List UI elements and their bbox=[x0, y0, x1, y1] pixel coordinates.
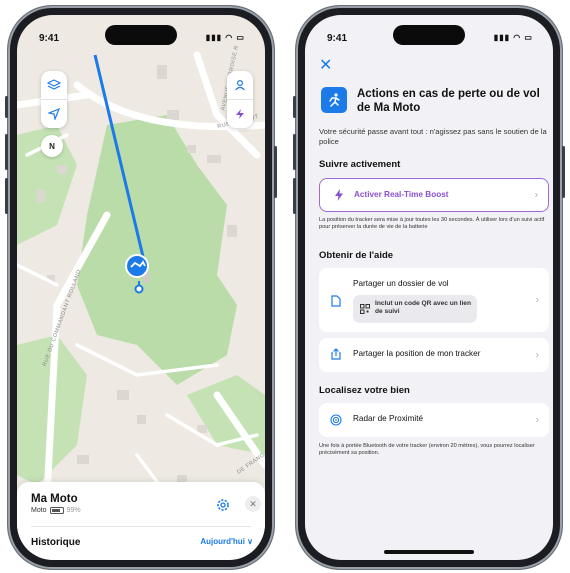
layers-icon bbox=[47, 79, 61, 90]
status-icons: ▮▮▮ ◠ ▭ bbox=[493, 33, 533, 42]
radar-note: Une fois à portée Bluetooth de votre tra… bbox=[319, 443, 535, 457]
status-time: 9:41 bbox=[39, 33, 60, 44]
map-controls-right bbox=[227, 71, 253, 128]
settings-button[interactable] bbox=[215, 497, 231, 518]
volume-down-button bbox=[5, 178, 8, 214]
actions-sheet: 9:41 ▮▮▮ ◠ ▭ ✕ Actions en cas de perte o… bbox=[305, 15, 553, 560]
left-phone-frame: AVENUE AMBROISE R RUE DUMONT RUE DU COMM… bbox=[5, 6, 277, 569]
boost-button[interactable]: Activer Real-Time Boost › bbox=[319, 178, 549, 212]
qr-code-icon bbox=[360, 304, 370, 314]
locate-button[interactable] bbox=[41, 100, 67, 128]
lightning-icon bbox=[335, 189, 343, 201]
close-icon: ✕ bbox=[319, 57, 333, 74]
dynamic-island bbox=[105, 25, 177, 45]
proximity-radar-button[interactable]: Radar de Proximité › bbox=[319, 403, 549, 437]
status-bar: 9:41 ▮▮▮ ◠ ▭ bbox=[305, 15, 553, 49]
radar-icon bbox=[330, 414, 342, 426]
share-position-label: Partager la position de mon tracker bbox=[353, 349, 481, 358]
device-sheet[interactable]: Ma Moto Moto 99% ✕ Historique Aujourd'hu… bbox=[17, 482, 265, 560]
section-help-heading: Obtenir de l'aide bbox=[319, 250, 394, 261]
chevron-right-icon: › bbox=[534, 189, 538, 201]
volume-down-button bbox=[293, 178, 296, 214]
chevron-right-icon: › bbox=[535, 414, 539, 426]
map-screen: AVENUE AMBROISE R RUE DUMONT RUE DU COMM… bbox=[17, 15, 265, 560]
location-arrow-icon bbox=[48, 108, 60, 120]
running-person-icon bbox=[329, 93, 340, 107]
share-position-button[interactable]: Partager la position de mon tracker › bbox=[319, 338, 549, 372]
chevron-right-icon: › bbox=[535, 349, 539, 361]
close-button[interactable]: ✕ bbox=[245, 496, 261, 512]
dynamic-island bbox=[393, 25, 465, 45]
device-name: Ma Moto bbox=[31, 493, 78, 505]
device-type: Moto bbox=[31, 507, 47, 514]
device-subtitle: Moto 99% bbox=[31, 507, 81, 514]
actions-screen: 9:41 ▮▮▮ ◠ ▭ ✕ Actions en cas de perte o… bbox=[305, 15, 553, 560]
page-title: Actions en cas de perte ou de vol de Ma … bbox=[357, 88, 540, 114]
compass-label: N bbox=[49, 141, 55, 151]
share-file-label: Partager un dossier de vol bbox=[353, 279, 449, 288]
close-button[interactable]: ✕ bbox=[319, 55, 332, 75]
status-bar: 9:41 ▮▮▮ ◠ ▭ bbox=[17, 15, 265, 49]
map-controls-left bbox=[41, 71, 67, 128]
battery-level: 99% bbox=[66, 507, 81, 514]
layers-button[interactable] bbox=[41, 71, 67, 100]
mute-switch bbox=[293, 96, 296, 118]
home-indicator bbox=[384, 550, 474, 554]
document-icon bbox=[331, 295, 341, 307]
tracker-origin-dot bbox=[134, 284, 144, 294]
chevron-right-icon: › bbox=[535, 294, 539, 306]
section-locate-heading: Localisez votre bien bbox=[319, 385, 410, 396]
power-button bbox=[562, 146, 565, 198]
person-icon bbox=[235, 79, 245, 91]
qr-info-text: Inclut un code QR avec un lien de suivi bbox=[375, 300, 471, 315]
date-filter-dropdown[interactable]: Aujourd'hui ∨ bbox=[200, 537, 253, 546]
gear-icon bbox=[217, 499, 229, 511]
divider bbox=[31, 526, 251, 527]
mute-switch bbox=[5, 96, 8, 118]
right-phone-frame: 9:41 ▮▮▮ ◠ ▭ ✕ Actions en cas de perte o… bbox=[293, 6, 565, 569]
share-file-button[interactable]: Partager un dossier de vol Inclut un cod… bbox=[319, 268, 549, 332]
boost-note: La position du tracker sera mise à jour … bbox=[319, 217, 545, 231]
person-button[interactable] bbox=[227, 71, 253, 100]
radar-label: Radar de Proximité bbox=[353, 414, 424, 423]
safety-warning: Votre sécurité passe avant tout : n'agis… bbox=[319, 127, 547, 146]
lightning-icon bbox=[236, 109, 244, 119]
boost-label: Activer Real-Time Boost bbox=[354, 190, 449, 199]
map-view[interactable]: AVENUE AMBROISE R RUE DUMONT RUE DU COMM… bbox=[17, 15, 265, 560]
section-follow-heading: Suivre activement bbox=[319, 159, 401, 170]
status-time: 9:41 bbox=[327, 33, 348, 44]
history-heading: Historique bbox=[31, 537, 81, 548]
qr-info-badge: Inclut un code QR avec un lien de suivi bbox=[353, 295, 477, 323]
power-button bbox=[274, 146, 277, 198]
volume-up-button bbox=[293, 134, 296, 170]
close-icon: ✕ bbox=[249, 498, 257, 509]
status-icons: ▮▮▮ ◠ ▭ bbox=[205, 33, 245, 42]
volume-up-button bbox=[5, 134, 8, 170]
running-person-badge bbox=[321, 87, 347, 113]
boost-button[interactable] bbox=[227, 100, 253, 128]
compass[interactable]: N bbox=[41, 135, 63, 157]
battery-icon bbox=[49, 507, 64, 514]
share-icon bbox=[331, 348, 341, 360]
